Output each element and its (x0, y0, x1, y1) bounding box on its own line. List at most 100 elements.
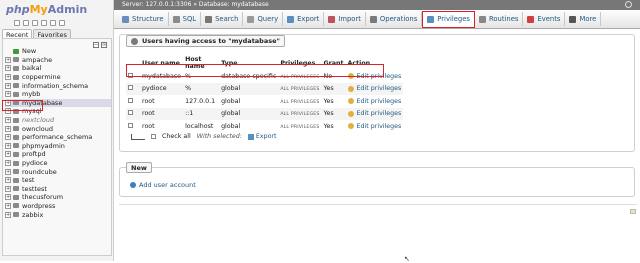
expand-icon[interactable]: + (5, 134, 11, 141)
cell-host-text: 127.0.0.1 (185, 97, 216, 105)
expand-icon[interactable]: + (5, 108, 11, 115)
cell-type: global (219, 82, 279, 95)
tab-privileges[interactable]: Privileges (422, 10, 475, 28)
sidebar-item-label: New (22, 47, 37, 56)
expand-icon[interactable]: + (5, 194, 11, 201)
reload-icon[interactable] (59, 20, 65, 26)
logout-icon[interactable] (23, 20, 29, 26)
header-grant: Grant (323, 59, 344, 67)
row-checkbox[interactable] (128, 72, 133, 78)
sidebar-item-label: phpmyadmin (22, 141, 65, 150)
tab-label: Query (257, 15, 279, 23)
cell-type-text: global (221, 110, 241, 118)
edit-privileges-link[interactable]: Edit privileges (347, 72, 402, 80)
expand-icon[interactable]: + (5, 125, 11, 132)
edit-privileges-link[interactable]: Edit privileges (347, 123, 401, 130)
tab-query[interactable]: Query (243, 12, 284, 26)
tab-label: More (579, 15, 597, 23)
tab-export[interactable]: Export (283, 12, 325, 26)
cell-user: root (140, 120, 184, 133)
sidebar-item-zabbix[interactable]: + zabbix (5, 210, 111, 219)
add-user-account-link[interactable]: Add user account (130, 181, 196, 189)
expand-icon[interactable]: + (5, 177, 11, 184)
sidebar-item-performance-schema[interactable]: + performance_schema (5, 133, 111, 142)
tab-sql[interactable]: SQL (169, 12, 202, 26)
expand-icon[interactable]: + (5, 202, 11, 209)
expand-icon[interactable]: + (5, 117, 11, 124)
cell-grant: No (321, 70, 346, 83)
sidebar-item-ampache[interactable]: + ampache (5, 56, 111, 65)
logo-my: My (29, 3, 48, 16)
expand-icon[interactable]: + (5, 74, 11, 81)
sidebar-item-test[interactable]: + test (5, 176, 111, 185)
tab-search[interactable]: Search (201, 12, 244, 26)
sidebar-item-mybb[interactable]: + mybb (5, 90, 111, 99)
header-checkbox (126, 56, 140, 70)
expand-icon[interactable]: + (5, 91, 11, 98)
expand-icon[interactable]: + (5, 82, 11, 89)
expand-icon[interactable]: + (5, 160, 11, 167)
cell-user-text: mydatabase (142, 72, 182, 80)
console-icon[interactable] (630, 209, 636, 214)
sidebar-item-mysql[interactable]: + mysql (5, 107, 111, 116)
expand-icon[interactable]: + (5, 142, 11, 149)
database-icon (13, 160, 19, 166)
edit-privileges-label: Edit privileges (356, 72, 402, 80)
gear-icon[interactable] (625, 1, 632, 8)
edit-privileges-link[interactable]: Edit privileges (347, 110, 401, 117)
table-row: root::1 global ALL PRIVILEGES Yes Edit privi… (126, 107, 404, 120)
export-button[interactable]: Export (247, 133, 277, 140)
cell-privileges-text: ALL PRIVILEGES (280, 74, 320, 80)
expand-icon[interactable]: + (5, 211, 11, 218)
sidebar-item-nextcloud[interactable]: + nextcloud (5, 116, 111, 125)
sidebar-item-mydatabase[interactable]: + mydatabase (5, 98, 111, 108)
sidebar-item-phpmyadmin[interactable]: + phpmyadmin (5, 142, 111, 151)
expand-icon[interactable]: + (5, 168, 11, 175)
expand-icon[interactable]: + (5, 56, 11, 63)
sidebar-item-testtest[interactable]: + testtest (5, 185, 111, 194)
tab-operations[interactable]: Operations (366, 12, 423, 26)
sidebar-item-label: wordpress (22, 201, 56, 210)
check-all-label[interactable]: Check all (162, 133, 191, 140)
navigation-panel: phpMyAdmin Recent Favorites − ∞ New + ampa… (0, 0, 114, 261)
sql-icon (172, 15, 180, 23)
tab-import[interactable]: Import (324, 12, 366, 26)
sidebar-item-label: test (22, 176, 35, 185)
database-icon (13, 57, 19, 63)
check-all-checkbox[interactable] (151, 134, 156, 139)
expand-icon[interactable]: + (5, 185, 11, 192)
sidebar-item-information-schema[interactable]: + information_schema (5, 81, 111, 90)
sidebar-item-roundcube[interactable]: + roundcube (5, 167, 111, 176)
home-icon[interactable] (14, 20, 20, 26)
sidebar-item-thecusforum[interactable]: + thecusforum (5, 193, 111, 202)
sidebar-item-proftpd[interactable]: + proftpd (5, 150, 111, 159)
sidebar-item-owncloud[interactable]: + owncloud (5, 124, 111, 133)
row-checkbox[interactable] (128, 97, 133, 103)
row-checkbox[interactable] (128, 110, 133, 116)
users-icon (131, 37, 138, 45)
tab-structure[interactable]: Structure (118, 12, 169, 26)
tab-routines[interactable]: Routines (475, 12, 524, 26)
sidebar-item-pydioce[interactable]: + pydioce (5, 159, 111, 168)
sidebar-item-new[interactable]: New (5, 47, 111, 56)
help-icon[interactable] (32, 20, 38, 26)
docs-icon[interactable] (41, 20, 47, 26)
logo-admin: Admin (47, 3, 88, 16)
tab-events[interactable]: Events (523, 12, 566, 26)
expand-icon[interactable]: + (5, 99, 11, 106)
expand-icon[interactable]: + (5, 151, 11, 158)
expand-icon[interactable]: + (5, 65, 11, 72)
sidebar-item-coppermine[interactable]: + coppermine (5, 73, 111, 82)
sidebar-item-wordpress[interactable]: + wordpress (5, 202, 111, 211)
settings-icon[interactable] (50, 20, 56, 26)
cell-host-text: % (185, 72, 192, 80)
edit-privileges-link[interactable]: Edit privileges (347, 85, 401, 92)
breadcrumb-text[interactable]: Server: 127.0.0.1:3306 » Database: mydat… (122, 1, 269, 8)
sidebar-item-label: mybb (22, 90, 41, 99)
tab-more[interactable]: More (565, 12, 602, 26)
cell-type-text: global (221, 97, 241, 105)
row-checkbox[interactable] (128, 122, 133, 128)
edit-privileges-link[interactable]: Edit privileges (347, 98, 401, 105)
sidebar-item-baikal[interactable]: + baikal (5, 64, 111, 73)
row-checkbox[interactable] (128, 85, 133, 91)
